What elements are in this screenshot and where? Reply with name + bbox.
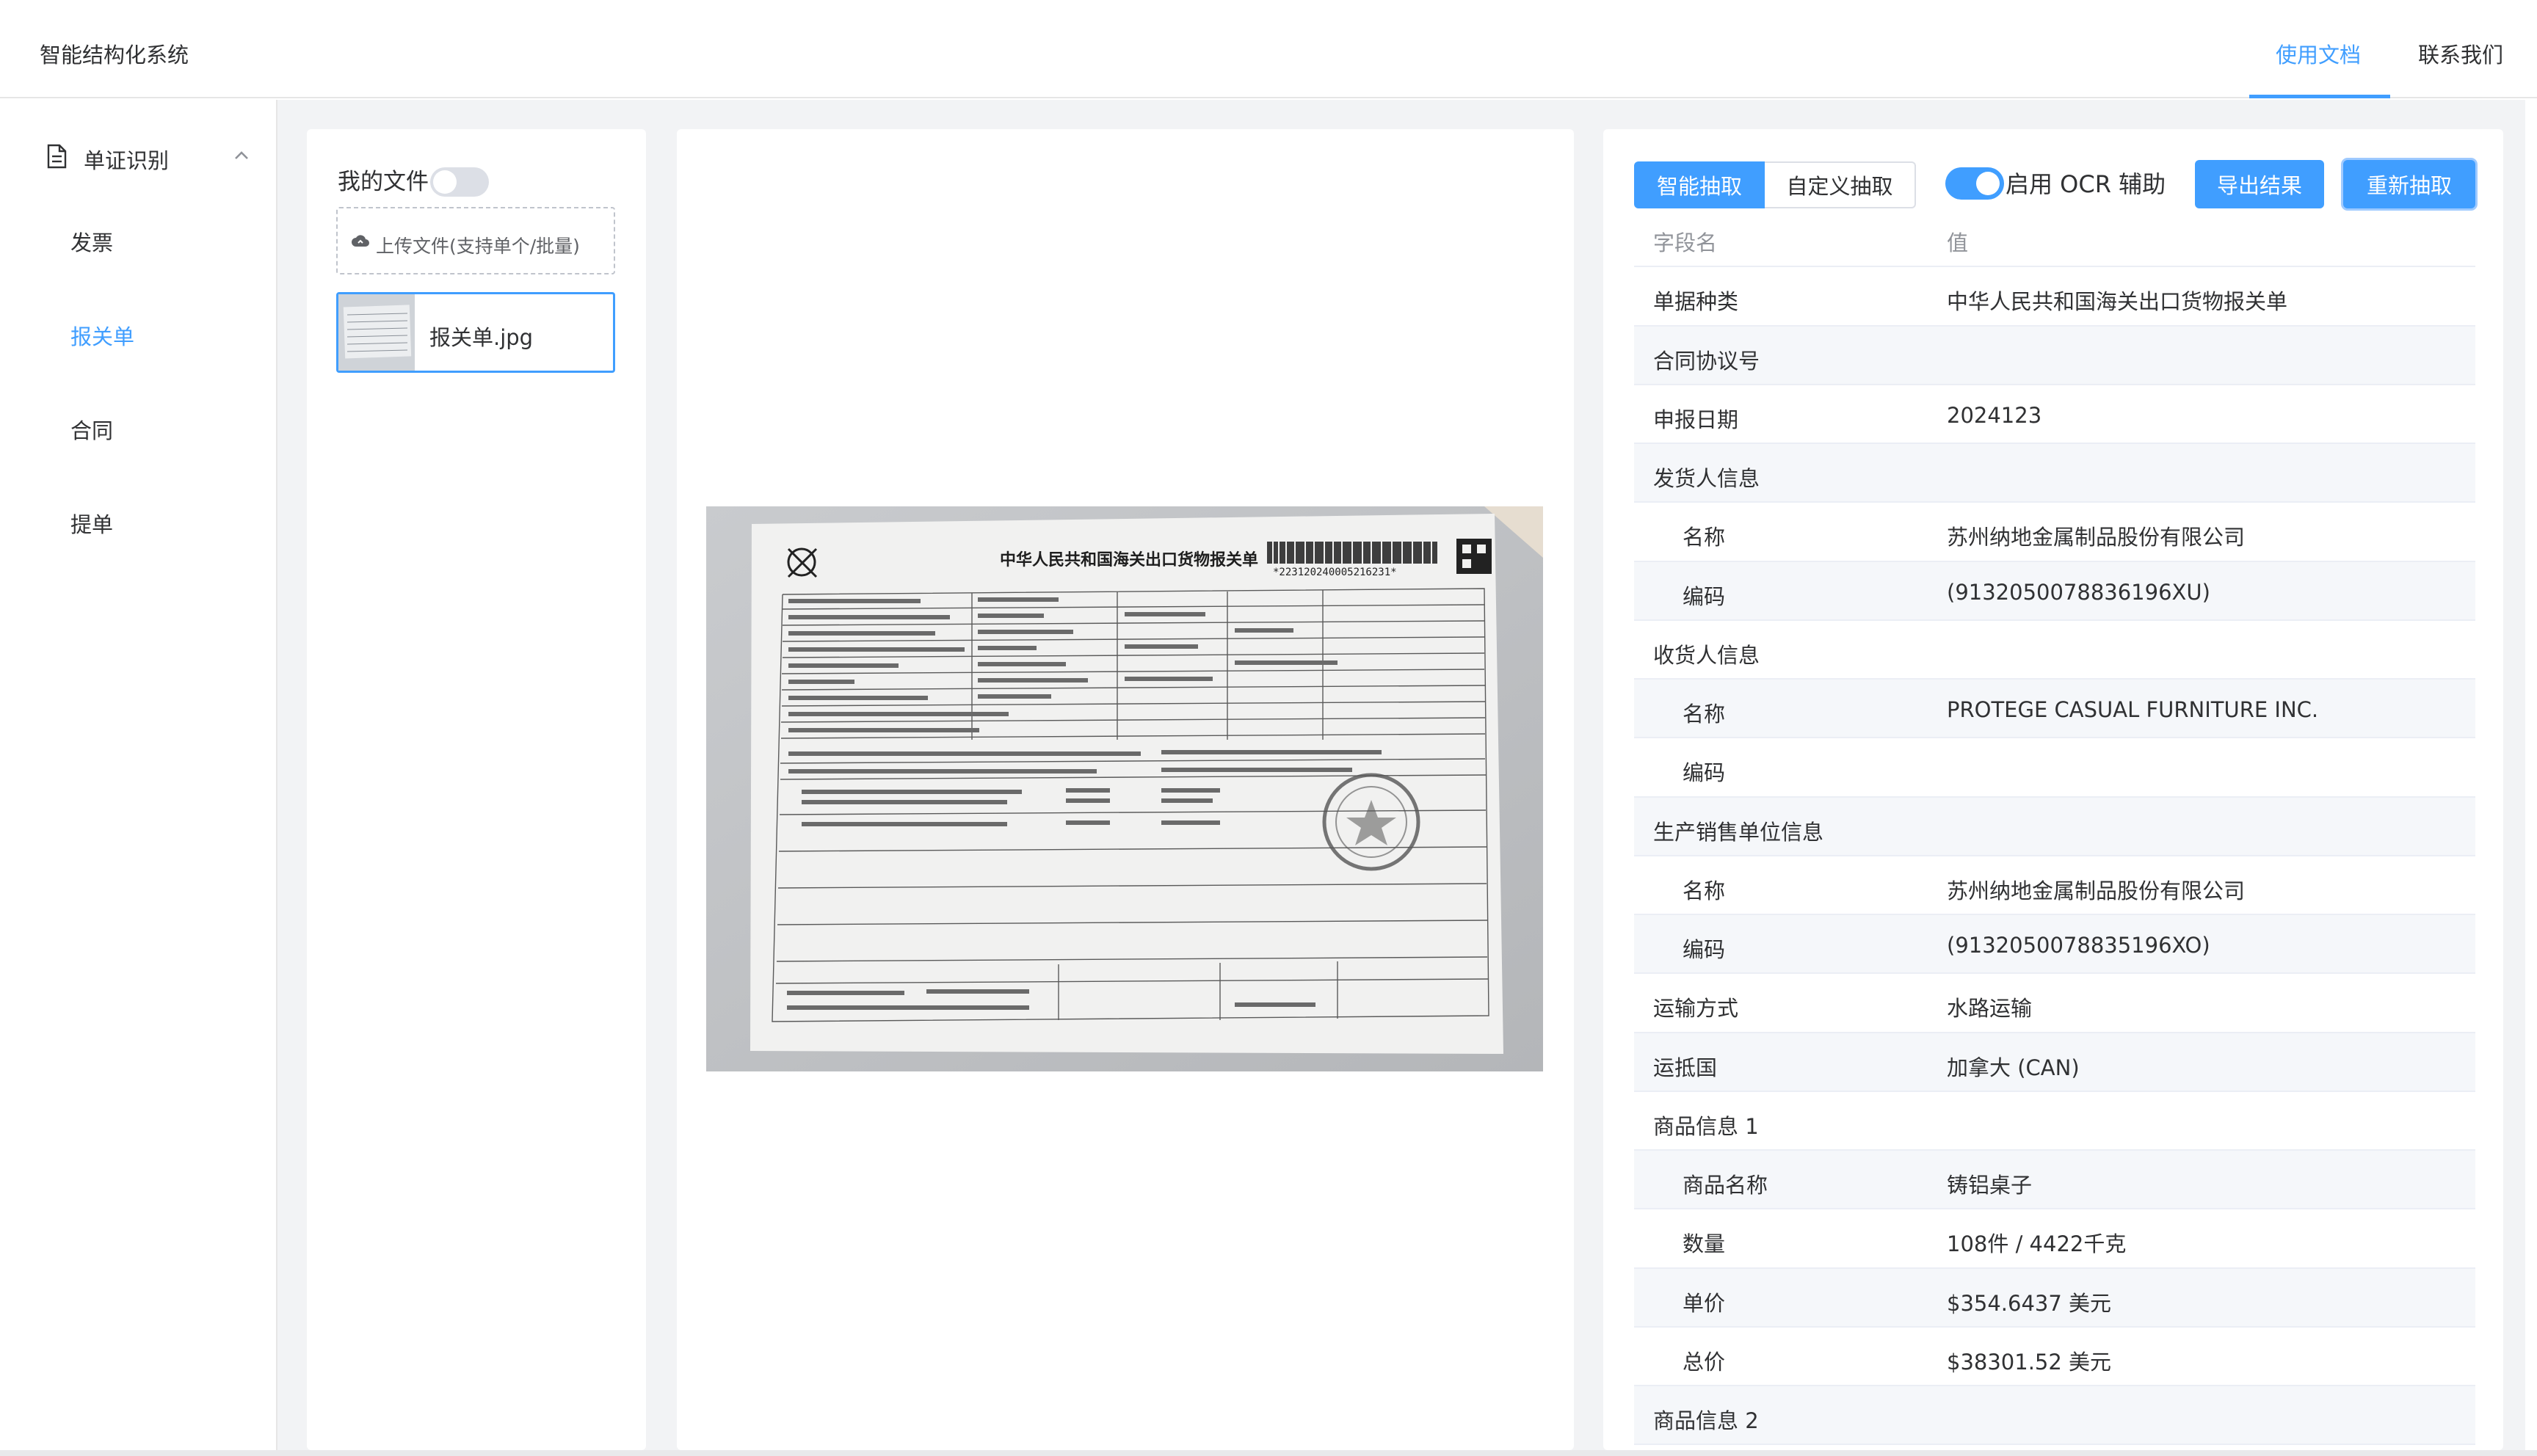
table-row: 名称 PROTEGE CASUAL FURNITURE INC.: [1634, 680, 2475, 739]
result-table: 字段名 值 单据种类 中华人民共和国海关出口货物报关单 合同协议号 申报日期 2…: [1634, 208, 2475, 1446]
table-row: 商品信息 2: [1634, 1386, 2475, 1446]
sidebar-item-customs-declaration[interactable]: 报关单: [12, 296, 276, 370]
field-name: 商品名称: [1683, 1173, 1768, 1198]
table-row: 申报日期 2024123: [1634, 385, 2475, 444]
table-row: 合同协议号: [1634, 326, 2475, 385]
table-row: 运输方式 水路运输: [1634, 974, 2475, 1033]
table-row: 商品名称 铸铝桌子: [1634, 1151, 2475, 1210]
table-row: 运抵国 加拿大 (CAN): [1634, 1033, 2475, 1092]
field-name: 发货人信息: [1653, 466, 1760, 491]
field-name: 生产销售单位信息: [1653, 819, 1824, 845]
menu-group-label: 单证识别: [84, 148, 170, 173]
table-row: 单据种类 中华人民共和国海关出口货物报关单: [1634, 267, 2475, 327]
table-row: 生产销售单位信息: [1634, 797, 2475, 856]
field-name: 商品信息 2: [1653, 1408, 1759, 1433]
table-row: 编码 (9132050078836196XU): [1634, 561, 2475, 621]
field-name: 收货人信息: [1653, 642, 1760, 668]
field-name: 商品信息 1: [1653, 1113, 1759, 1139]
ocr-toggle[interactable]: [1945, 167, 2004, 200]
field-name: 单据种类: [1653, 289, 1739, 315]
table-header: 字段名 值: [1634, 208, 2475, 268]
field-value: 苏州纳地金属制品股份有限公司: [1947, 878, 2246, 903]
upload-label: 上传文件(支持单个/批量): [376, 236, 580, 257]
sidebar-item-label: 提单: [70, 512, 114, 537]
field-name: 数量: [1683, 1231, 1726, 1257]
doc-title: 中华人民共和国海关出口货物报关单: [1000, 550, 1258, 569]
field-value: 中华人民共和国海关出口货物报关单: [1947, 289, 2288, 315]
sidebar: 单证识别 发票 报关单 合同 提单: [12, 100, 277, 1450]
field-name: 编码: [1683, 760, 1726, 786]
files-toggle[interactable]: [430, 167, 489, 197]
sidebar-item-contract[interactable]: 合同: [12, 390, 276, 464]
result-panel: 智能抽取 自定义抽取 启用 OCR 辅助 导出结果 重新抽取 字段名 值 单据种…: [1603, 129, 2503, 1450]
app-title: 智能结构化系统: [40, 43, 189, 68]
table-row: 编码 (9132050078835196XO): [1634, 915, 2475, 975]
field-value: (9132050078836196XU): [1947, 579, 2210, 605]
header-value: 值: [1947, 230, 1969, 255]
upload-button[interactable]: 上传文件(支持单个/批量): [336, 207, 615, 274]
field-name: 名称: [1683, 702, 1726, 727]
field-name: 运抵国: [1653, 1055, 1718, 1080]
table-row: 编码: [1634, 738, 2475, 798]
sidebar-item-invoice[interactable]: 发票: [12, 203, 276, 276]
field-name: 编码: [1683, 937, 1726, 962]
top-header: 智能结构化系统 使用文档 联系我们: [0, 0, 2537, 98]
ocr-toggle-label: 启用 OCR 辅助: [2006, 170, 2166, 198]
nav-active-indicator: [2249, 95, 2390, 98]
field-value: (9132050078835196XO): [1947, 933, 2210, 958]
tab-smart-extract[interactable]: 智能抽取: [1634, 161, 1765, 208]
qr-code-icon: [1456, 539, 1492, 574]
tab-custom-extract[interactable]: 自定义抽取: [1765, 161, 1916, 208]
field-value: $38301.52 美元: [1947, 1349, 2112, 1375]
preview-panel: 中华人民共和国海关出口货物报关单 *223120240005216231*: [677, 129, 1574, 1450]
menu-group-doc-recognition[interactable]: 单证识别: [12, 120, 276, 188]
field-value: 加拿大 (CAN): [1947, 1055, 2080, 1080]
field-value: 2024123: [1947, 402, 2042, 428]
field-value: 苏州纳地金属制品股份有限公司: [1947, 525, 2246, 550]
cloud-upload-icon: [352, 235, 369, 247]
files-panel: 我的文件 上传文件(支持单个/批量) 报关单.jpg: [307, 129, 646, 1450]
field-name: 单价: [1683, 1290, 1726, 1316]
field-value: 水路运输: [1947, 996, 2033, 1022]
field-value: $354.6437 美元: [1947, 1290, 2112, 1316]
sidebar-item-label: 合同: [70, 418, 114, 443]
field-value: PROTEGE CASUAL FURNITURE INC.: [1947, 697, 2319, 722]
table-row: 收货人信息: [1634, 621, 2475, 680]
chevron-up-icon: [235, 151, 248, 159]
field-name: 名称: [1683, 525, 1726, 550]
reextract-button[interactable]: 重新抽取: [2343, 160, 2475, 208]
header-field: 字段名: [1653, 230, 1718, 255]
files-title: 我的文件: [338, 169, 429, 195]
field-name: 名称: [1683, 878, 1726, 903]
table-row: 单价 $354.6437 美元: [1634, 1268, 2475, 1328]
file-thumbnail: [338, 294, 415, 371]
field-value: 铸铝桌子: [1947, 1173, 2033, 1198]
field-value: 108件 / 4422千克: [1947, 1231, 2127, 1257]
doc-number: *223120240005216231*: [1273, 567, 1397, 578]
file-item[interactable]: 报关单.jpg: [336, 292, 615, 373]
nav-contact[interactable]: 联系我们: [2418, 38, 2503, 69]
table-row: 数量 108件 / 4422千克: [1634, 1209, 2475, 1269]
export-button[interactable]: 导出结果: [2195, 160, 2324, 208]
table-row: 发货人信息: [1634, 444, 2475, 503]
bottom-scroll-strip: [0, 1450, 2537, 1456]
table-row: 商品信息 1: [1634, 1092, 2475, 1151]
document-icon: [47, 144, 67, 169]
field-name: 运输方式: [1653, 996, 1739, 1022]
file-name: 报关单.jpg: [429, 325, 534, 350]
table-row: 名称 苏州纳地金属制品股份有限公司: [1634, 856, 2475, 915]
sidebar-item-label: 报关单: [70, 324, 135, 349]
field-name: 申报日期: [1653, 407, 1739, 432]
table-row: 总价 $38301.52 美元: [1634, 1328, 2475, 1386]
nav-docs[interactable]: 使用文档: [2276, 38, 2361, 69]
field-name: 合同协议号: [1653, 348, 1760, 374]
table-row: 名称 苏州纳地金属制品股份有限公司: [1634, 503, 2475, 562]
document-preview-image: 中华人民共和国海关出口货物报关单 *223120240005216231*: [706, 506, 1543, 1071]
sidebar-item-label: 发票: [70, 230, 114, 255]
sidebar-item-bill-of-lading[interactable]: 提单: [12, 484, 276, 558]
field-name: 总价: [1683, 1349, 1726, 1375]
field-name: 编码: [1683, 583, 1726, 609]
